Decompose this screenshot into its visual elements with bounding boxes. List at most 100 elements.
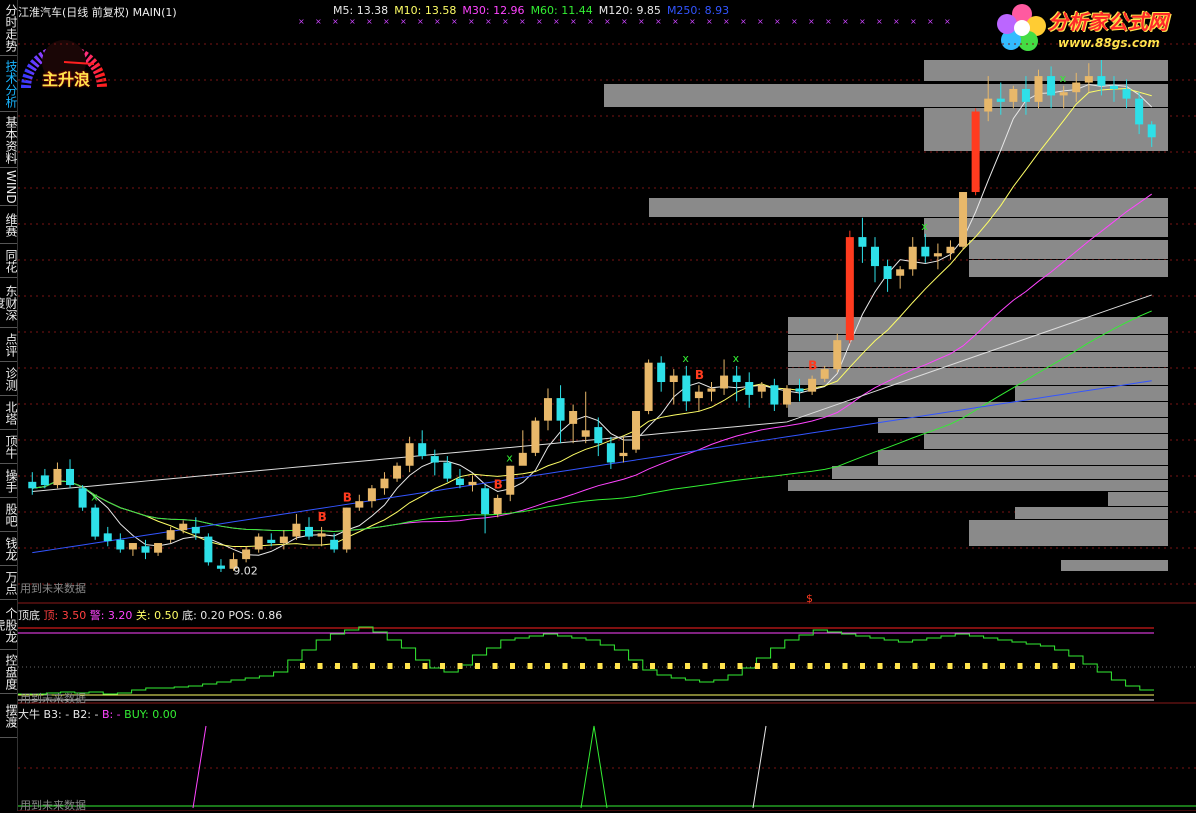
signal-square	[702, 663, 708, 669]
candle-body	[745, 382, 754, 395]
top-marker: ×	[825, 17, 832, 26]
sidebar-tab-6[interactable]: 东财深度	[0, 278, 17, 328]
candle-body	[1135, 98, 1144, 125]
candle-body	[632, 410, 641, 450]
candle-body	[556, 398, 565, 421]
panel-title: 顶底	[18, 609, 44, 622]
sidebar-tab-2[interactable]: 基本资料	[0, 112, 17, 168]
panel-legend-item: 顶: 3.50	[43, 609, 90, 622]
top-marker: ×	[417, 17, 424, 26]
sidebar-tab-9[interactable]: 北塔	[0, 396, 17, 430]
candle-body	[317, 533, 326, 537]
top-marker: ×	[774, 17, 781, 26]
top-marker: ×	[740, 17, 747, 26]
candle-body	[1009, 88, 1018, 102]
candle-body	[833, 340, 842, 370]
candle-body	[543, 398, 552, 421]
sidebar-tab-1[interactable]: 技术分析	[0, 56, 17, 112]
panel-legend-item: B3: -	[43, 708, 73, 721]
sidebar-tab-16[interactable]: 控盘度	[0, 650, 17, 694]
signal-square	[1000, 663, 1005, 669]
signal-square	[1035, 663, 1040, 669]
candle-body	[1109, 85, 1118, 89]
candle-body	[946, 246, 955, 254]
signal-square	[947, 663, 953, 669]
candle-body	[1059, 92, 1068, 96]
low-price-label: 9.02	[233, 565, 258, 578]
top-marker: ×	[485, 17, 492, 26]
candle-body	[116, 539, 125, 550]
sidebar-tab-14[interactable]: 万点	[0, 566, 17, 600]
top-marker: ×	[893, 17, 900, 26]
panel-title: 大牛	[18, 708, 44, 721]
buy-signal-label: B	[494, 478, 503, 492]
candle-body	[1034, 76, 1043, 102]
candle-body	[418, 443, 427, 457]
top-marker: ×	[400, 17, 407, 26]
candle-body	[908, 246, 917, 270]
panel-legend-item: POS: 0.86	[228, 609, 283, 622]
candle-body	[896, 269, 905, 276]
candle-body	[921, 246, 930, 257]
top-marker: ×	[859, 17, 866, 26]
volume-profile-bar	[788, 335, 1168, 351]
buy-spike	[580, 725, 608, 809]
sidebar-tab-3[interactable]: WIND	[0, 168, 17, 206]
signal-square	[807, 663, 813, 669]
b3-spike	[752, 725, 767, 809]
top-marker: ×	[519, 17, 526, 26]
volume-profile-bar	[1108, 492, 1168, 506]
signal-square	[300, 663, 305, 669]
candle-body	[393, 465, 402, 479]
candle-body	[720, 375, 729, 389]
top-marker: ×	[876, 17, 883, 26]
sidebar-tab-8[interactable]: 诊测	[0, 362, 17, 396]
candle-body	[191, 526, 200, 534]
candle-body	[845, 237, 854, 341]
candle-body	[606, 443, 615, 463]
sidebar-tab-13[interactable]: 钱龙	[0, 532, 17, 566]
signal-square	[982, 663, 988, 669]
candle-body	[871, 246, 879, 267]
x-signal-label: x	[506, 452, 513, 465]
signal-square	[317, 663, 323, 669]
buy-signal-label: B	[695, 368, 704, 382]
panel-legend-item: 关: 0.50	[135, 609, 183, 622]
signal-square	[755, 663, 760, 669]
sidebar-tab-4[interactable]: 维赛	[0, 206, 17, 244]
candle-body	[1097, 76, 1106, 86]
volume-profile-bar	[788, 317, 1168, 334]
volume-profile-bar	[1015, 507, 1168, 519]
top-marker: ×	[332, 17, 339, 26]
sidebar-tab-11[interactable]: 操手	[0, 464, 17, 498]
top-marker: ×	[604, 17, 611, 26]
candle-body	[858, 237, 867, 247]
top-marker: ×	[689, 17, 696, 26]
sidebar-tab-15[interactable]: 个股龙虎	[0, 600, 17, 650]
sidebar-tab-5[interactable]: 同花	[0, 244, 17, 278]
sidebar-tab-7[interactable]: 点评	[0, 328, 17, 362]
candle-body	[279, 536, 288, 544]
signal-square	[370, 663, 375, 669]
panel-legend-item: 底: 0.20	[182, 609, 229, 622]
x-signal-label: x	[91, 490, 98, 503]
candle-body	[330, 539, 339, 550]
candle-body	[242, 549, 251, 560]
candle-body	[154, 543, 163, 553]
signal-square	[580, 663, 585, 669]
top-marker: ×	[757, 17, 764, 26]
buy-signal-label: B	[343, 491, 352, 505]
sidebar-tab-0[interactable]: 分时走势	[0, 0, 17, 56]
chart-area[interactable]: B B B B Bx x x x x x 9.02 $ × × × × × × × × × × × × × × × × × × × × × × × ×…	[18, 0, 1196, 811]
signal-square	[562, 663, 568, 669]
buy-signal-label: B	[808, 359, 817, 373]
candle-body	[657, 362, 666, 383]
sidebar-tab-17[interactable]: 摆渡	[0, 694, 17, 738]
top-marker: ×	[366, 17, 373, 26]
candle-body	[644, 362, 653, 411]
signal-square	[387, 663, 393, 669]
sidebar-tab-12[interactable]: 股吧	[0, 498, 17, 532]
top-marker: ×	[638, 17, 645, 26]
sidebar-tab-10[interactable]: 顶牛	[0, 430, 17, 464]
candle-body	[430, 456, 439, 463]
